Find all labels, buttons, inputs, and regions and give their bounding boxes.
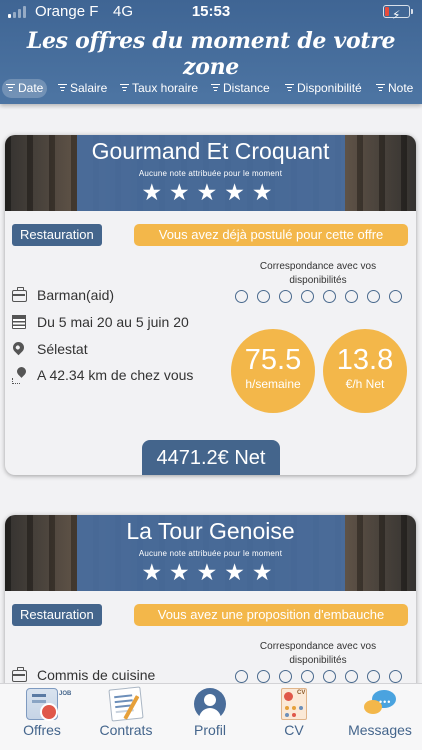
status-time: 15:53 xyxy=(191,3,231,20)
contracts-icon xyxy=(108,686,144,722)
profile-icon xyxy=(194,688,226,720)
messages-icon: ••• xyxy=(362,688,398,720)
star-rating: ★★★★★ xyxy=(141,559,280,585)
star-rating: ★★★★★ xyxy=(141,179,280,205)
filter-label: Note xyxy=(388,81,414,95)
filter-label: Taux horaire xyxy=(132,81,199,95)
calendar-icon xyxy=(11,314,26,329)
job-distance: A 42.34 km de chez vous xyxy=(37,367,194,383)
filter-label: Disponibilité xyxy=(297,81,362,95)
rate-unit: €/h Net xyxy=(345,377,385,391)
tab-label: Contrats xyxy=(99,722,153,738)
filter-icon xyxy=(285,84,294,92)
tab-label: Offres xyxy=(23,722,61,738)
hourly-rate-bubble: 13.8 €/h Net xyxy=(323,329,407,413)
availability-match-title: Correspondance avec vos disponibilités xyxy=(259,261,377,286)
bottom-tab-bar: JOB Offres Contrats Profil CV CV ••• Mes… xyxy=(0,683,422,750)
filter-icon xyxy=(376,84,385,92)
tab-messages[interactable]: ••• Messages xyxy=(338,684,422,750)
hours-value: 75.5 xyxy=(244,344,302,376)
job-dates: Du 5 mai 20 au 5 juin 20 xyxy=(37,314,189,330)
offer-card[interactable]: Gourmand Et Croquant Aucune note attribu… xyxy=(5,135,416,475)
filter-disponibilite[interactable]: Disponibilité xyxy=(281,79,366,98)
employer-name: La Tour Genoise xyxy=(126,518,295,544)
category-tag: Restauration xyxy=(12,604,102,626)
rate-value: 13.8 xyxy=(336,344,394,376)
filter-icon xyxy=(211,84,220,92)
filter-salaire[interactable]: Salaire xyxy=(54,79,111,98)
tab-cv[interactable]: CV CV xyxy=(252,684,336,750)
offer-banner: Gourmand Et Croquant Aucune note attribu… xyxy=(5,135,416,211)
tab-contrats[interactable]: Contrats xyxy=(84,684,168,750)
briefcase-icon xyxy=(12,287,27,302)
job-title: Barman(aid) xyxy=(37,287,115,303)
location-pin-icon xyxy=(10,339,27,356)
category-tag: Restauration xyxy=(12,224,102,246)
filter-label: Date xyxy=(18,81,44,95)
filter-icon xyxy=(6,84,15,92)
hours-unit: h/semaine xyxy=(245,377,301,391)
total-salary: 4471.2€ Net xyxy=(142,440,280,475)
sort-filter-bar: Date Salaire Taux horaire Distance Dispo… xyxy=(0,78,422,100)
filter-taux-horaire[interactable]: Taux horaire xyxy=(116,79,202,98)
filter-icon xyxy=(58,84,67,92)
route-distance-icon xyxy=(12,367,28,384)
cv-icon: CV xyxy=(281,688,307,720)
hours-per-week-bubble: 75.5 h/semaine xyxy=(231,329,315,413)
filter-label: Salaire xyxy=(70,81,108,95)
app-header: Orange F 4G 15:53 ⚡ Les offres du moment… xyxy=(0,0,422,104)
job-title: Commis de cuisine xyxy=(37,667,156,683)
application-status-badge: Vous avez une proposition d'embauche xyxy=(134,604,408,626)
offers-icon: JOB xyxy=(26,688,71,721)
filter-note[interactable]: Note xyxy=(372,79,417,98)
availability-match-indicators xyxy=(235,670,407,683)
filter-icon xyxy=(120,84,129,92)
offer-banner: La Tour Genoise Aucune note attribuée po… xyxy=(5,515,416,591)
availability-match-title: Correspondance avec vos disponibilités xyxy=(259,641,377,666)
filter-label: Distance xyxy=(223,81,270,95)
status-bar: Orange F 4G 15:53 ⚡ xyxy=(0,0,422,24)
filter-date[interactable]: Date xyxy=(2,79,48,98)
tab-label: Profil xyxy=(194,722,226,738)
tab-profil[interactable]: Profil xyxy=(168,684,252,750)
job-city: Sélestat xyxy=(37,341,88,357)
tab-offres[interactable]: JOB Offres xyxy=(0,684,84,750)
rating-note: Aucune note attribuée pour le moment xyxy=(138,549,283,558)
tab-label: CV xyxy=(284,722,304,738)
employer-name: Gourmand Et Croquant xyxy=(91,138,330,164)
briefcase-icon xyxy=(12,667,27,682)
battery-icon: ⚡ xyxy=(383,5,413,22)
page-title: Les offres du moment de votre zone xyxy=(26,28,396,80)
filter-distance[interactable]: Distance xyxy=(207,79,274,98)
rating-note: Aucune note attribuée pour le moment xyxy=(138,169,283,178)
tab-label: Messages xyxy=(348,722,412,738)
availability-match-indicators xyxy=(235,290,407,303)
application-status-badge: Vous avez déjà postulé pour cette offre xyxy=(134,224,408,246)
